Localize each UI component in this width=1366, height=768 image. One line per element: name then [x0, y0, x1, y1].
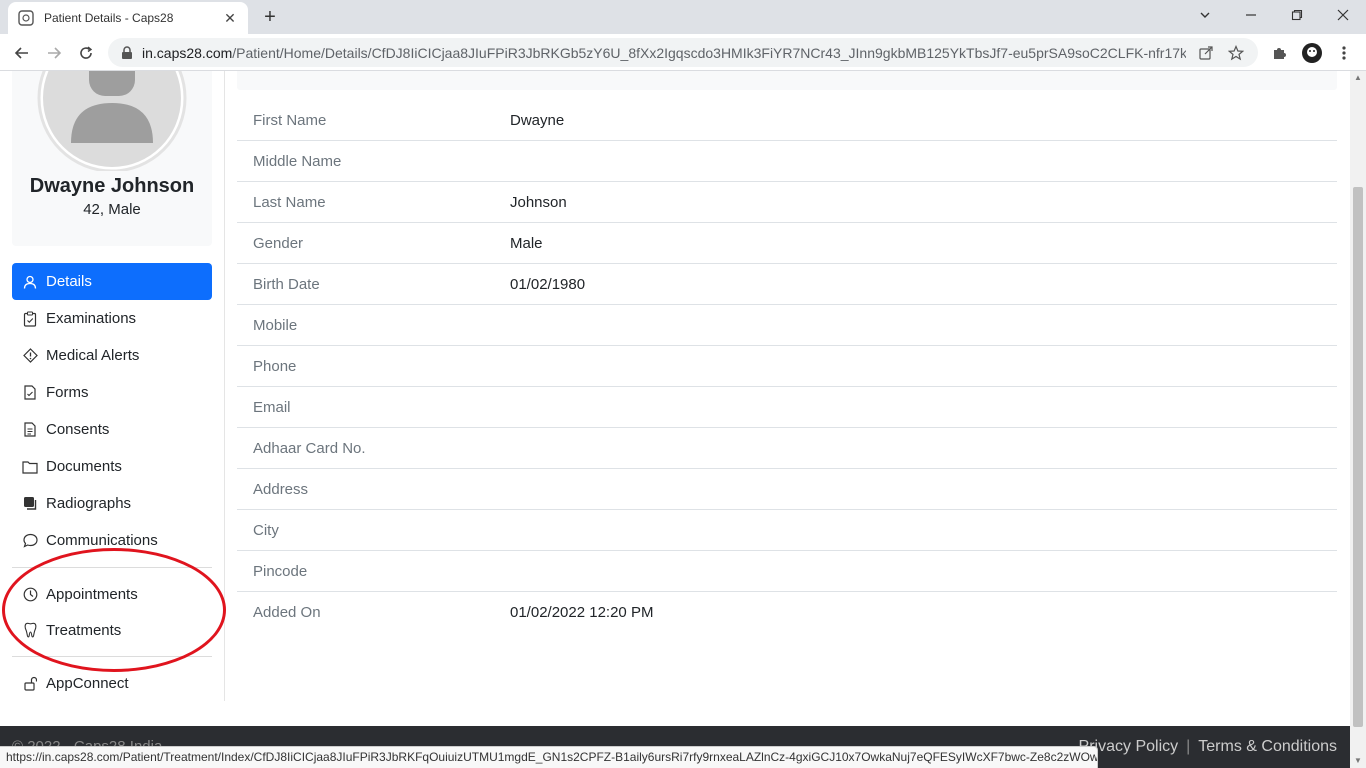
browser-menu-icon[interactable]	[1333, 42, 1355, 64]
sidebar-item-forms[interactable]: Forms	[12, 374, 212, 411]
favicon-icon	[18, 10, 34, 26]
folder-icon	[22, 459, 38, 475]
browser-toolbar: in.caps28.com/Patient/Home/Details/CfDJ8…	[0, 34, 1366, 71]
sidebar-item-examinations[interactable]: Examinations	[12, 300, 212, 337]
detail-row-adhaar: Adhaar Card No.	[237, 428, 1337, 469]
sidebar-item-details[interactable]: Details	[12, 263, 212, 300]
unlock-icon	[22, 675, 38, 691]
detail-row-address: Address	[237, 469, 1337, 510]
avatar	[37, 71, 187, 171]
detail-row-middle-name: Middle Name	[237, 141, 1337, 182]
sidebar-item-documents[interactable]: Documents	[12, 448, 212, 485]
address-bar[interactable]: in.caps28.com/Patient/Home/Details/CfDJ8…	[108, 38, 1258, 67]
document-icon	[22, 422, 38, 438]
bookmark-star-icon[interactable]	[1226, 43, 1246, 63]
page-scrollbar[interactable]: ▲ ▼	[1350, 71, 1366, 768]
scroll-down-icon[interactable]: ▼	[1350, 754, 1366, 768]
sidebar-item-medical-alerts[interactable]: Medical Alerts	[12, 337, 212, 374]
person-icon	[22, 274, 38, 290]
terms-conditions-link[interactable]: Terms & Conditions	[1198, 738, 1337, 756]
patient-name: Dwayne Johnson	[29, 175, 195, 197]
patient-details-table: First Name Dwayne Middle Name Last Name Jo…	[237, 71, 1337, 633]
sidebar-item-label: Examinations	[46, 310, 137, 327]
reload-icon[interactable]	[72, 39, 100, 67]
tab-title: Patient Details - Caps28	[44, 11, 174, 25]
tab-close-icon[interactable]: ✕	[222, 10, 238, 27]
new-tab-icon[interactable]: +	[258, 5, 282, 29]
sidebar-item-label: Forms	[46, 384, 89, 401]
profile-avatar-icon[interactable]	[1301, 42, 1323, 64]
restore-icon[interactable]	[1274, 0, 1320, 30]
chat-icon	[22, 533, 38, 549]
scrollbar-thumb[interactable]	[1353, 187, 1363, 727]
sidebar-item-label: Details	[46, 273, 92, 290]
sidebar-item-label: Consents	[46, 421, 110, 438]
footer-separator: |	[1186, 738, 1191, 755]
detail-row-pincode: Pincode	[237, 551, 1337, 592]
extensions-icon[interactable]	[1268, 42, 1290, 64]
detail-row-gender: Gender Male	[237, 223, 1337, 264]
footer-links: Privacy Policy | Terms & Conditions	[1079, 738, 1337, 756]
link-status-bar: https://in.caps28.com/Patient/Treatment/…	[0, 746, 1098, 768]
radiograph-icon	[22, 496, 38, 512]
detail-row-last-name: Last Name Johnson	[237, 182, 1337, 223]
scroll-up-icon[interactable]: ▲	[1350, 71, 1366, 85]
sidebar-item-label: Radiographs	[46, 495, 132, 512]
details-card-header	[237, 71, 1337, 90]
clipboard-icon	[22, 311, 38, 327]
sidebar-item-label: Medical Alerts	[46, 347, 140, 364]
form-icon	[22, 385, 38, 401]
red-annotation-ellipse	[2, 548, 226, 672]
detail-row-added-on: Added On 01/02/2022 12:20 PM	[253, 604, 654, 621]
detail-row-email: Email	[237, 387, 1337, 428]
browser-tabstrip: Patient Details - Caps28 ✕ +	[0, 0, 1366, 34]
detail-row-city: City	[237, 510, 1337, 551]
forward-icon[interactable]	[40, 39, 68, 67]
profile-card: Dwayne Johnson 42, Male	[12, 71, 212, 246]
sidebar-item-consents[interactable]: Consents	[12, 411, 212, 448]
sidebar-item-label: Documents	[46, 458, 122, 475]
detail-row-phone: Phone	[237, 346, 1337, 387]
share-icon[interactable]	[1196, 43, 1216, 63]
detail-row-first-name: First Name Dwayne	[237, 101, 1337, 141]
window-close-icon[interactable]	[1320, 0, 1366, 30]
sidebar-item-radiographs[interactable]: Radiographs	[12, 485, 212, 522]
minimize-icon[interactable]	[1228, 0, 1274, 30]
lock-icon	[122, 45, 132, 59]
sidebar-item-label: AppConnect	[46, 674, 129, 692]
alert-diamond-icon	[22, 348, 38, 364]
url-text: in.caps28.com/Patient/Home/Details/CfDJ8…	[142, 44, 1186, 61]
browser-tab[interactable]: Patient Details - Caps28 ✕	[8, 2, 248, 34]
detail-row-birth-date: Birth Date 01/02/1980	[237, 264, 1337, 305]
page-content: Dwayne Johnson 42, Male Details Examinat…	[0, 71, 1350, 768]
back-icon[interactable]	[8, 39, 36, 67]
sidebar-item-label: Communications	[46, 532, 158, 549]
detail-row-mobile: Mobile	[237, 305, 1337, 346]
tab-search-icon[interactable]	[1182, 0, 1228, 30]
patient-age-gender: 42, Male	[83, 201, 141, 218]
